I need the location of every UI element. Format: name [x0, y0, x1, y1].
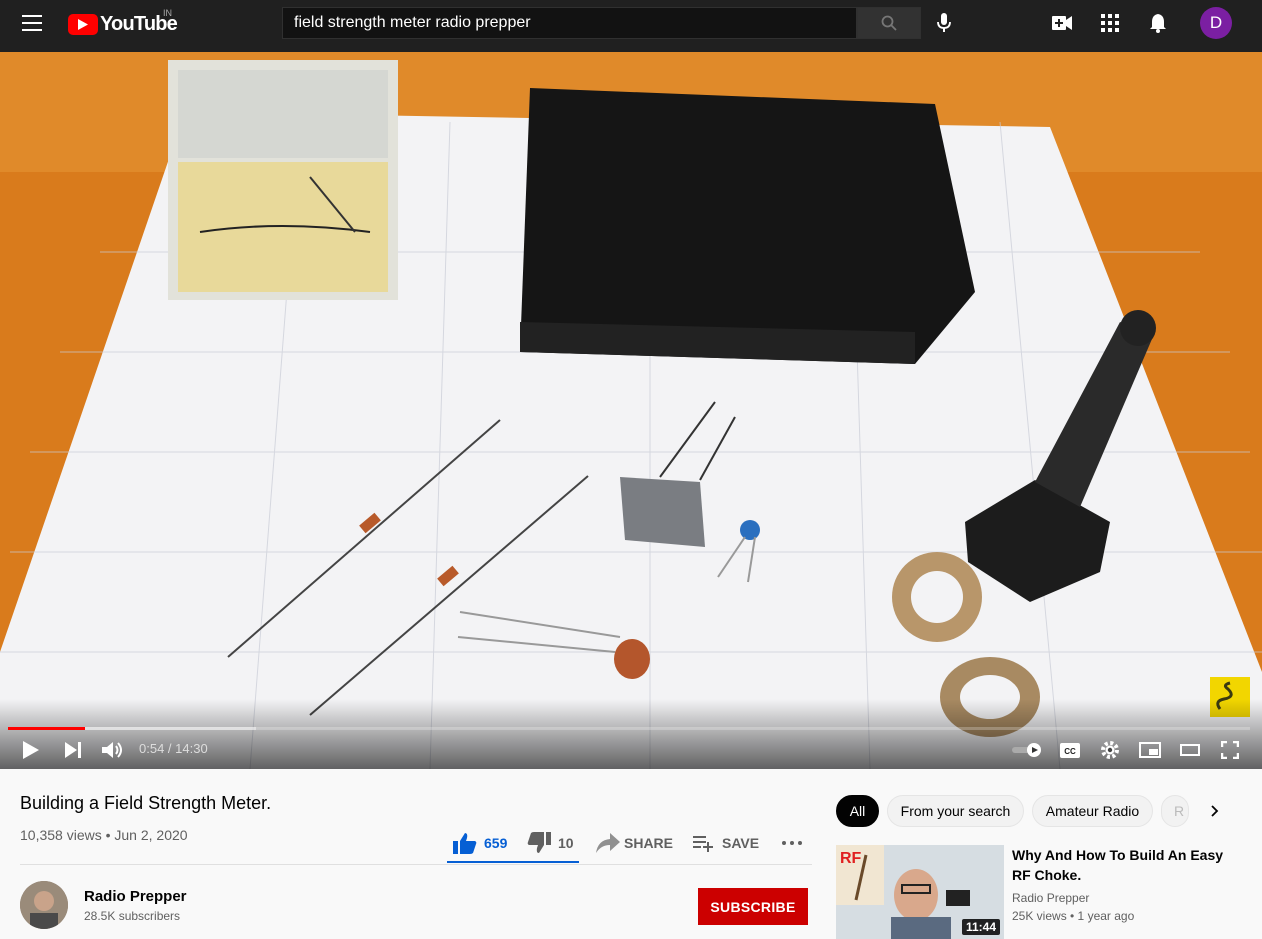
time-display: 0:54 / 14:30 — [139, 741, 208, 756]
like-button[interactable]: 659 — [453, 825, 507, 861]
search-icon — [881, 15, 897, 31]
chip-all[interactable]: All — [836, 795, 879, 827]
recommendation-channel[interactable]: Radio Prepper — [1012, 891, 1089, 905]
save-button[interactable]: SAVE — [693, 825, 759, 861]
thumbs-down-icon — [527, 832, 551, 853]
chip-from-your-search[interactable]: From your search — [887, 795, 1024, 827]
volume-icon — [102, 742, 122, 758]
volume-button[interactable] — [98, 737, 128, 763]
menu-icon[interactable] — [16, 11, 48, 35]
subscribe-button[interactable]: SUBSCRIBE — [698, 888, 808, 925]
thumbs-up-icon — [453, 833, 477, 854]
video-title: Building a Field Strength Meter. — [20, 793, 272, 813]
gear-icon — [1101, 741, 1119, 759]
share-button[interactable]: SHARE — [596, 825, 673, 861]
share-icon — [596, 833, 620, 853]
below-player: Building a Field Strength Meter. 10,358 … — [0, 769, 1262, 939]
video-player[interactable]: 0:54 / 14:30 CC — [0, 52, 1262, 769]
theater-mode-button[interactable] — [1175, 737, 1205, 763]
settings-button[interactable] — [1095, 737, 1125, 763]
masthead: YouTube IN D — [0, 0, 1262, 52]
chevron-right-icon — [1211, 805, 1219, 817]
more-actions-button[interactable] — [780, 825, 804, 861]
chip-partial[interactable]: R — [1161, 795, 1189, 827]
play-logo-icon — [68, 13, 98, 35]
views-and-date: 10,358 views • Jun 2, 2020 — [20, 827, 188, 843]
miniplayer-button[interactable] — [1135, 737, 1165, 763]
chips-next-button[interactable] — [1200, 795, 1230, 827]
fullscreen-icon — [1221, 741, 1239, 759]
thumb-rf-text: RF — [840, 850, 862, 867]
recommendation-title[interactable]: Why And How To Build An Easy RF Choke. — [1012, 845, 1242, 885]
create-video-icon[interactable] — [1050, 11, 1074, 35]
next-button[interactable] — [58, 737, 88, 763]
subscriber-count: 28.5K subscribers — [84, 909, 181, 923]
search-button[interactable] — [857, 7, 921, 39]
video-frame — [0, 52, 1262, 769]
search-input[interactable] — [282, 7, 857, 39]
captions-icon: CC — [1060, 742, 1080, 758]
progress-bar[interactable] — [8, 727, 1250, 730]
miniplayer-icon — [1139, 742, 1161, 758]
dislike-count: 10 — [558, 835, 574, 851]
account-avatar[interactable]: D — [1200, 7, 1232, 39]
played-fill — [8, 727, 85, 730]
apps-grid-icon[interactable] — [1098, 11, 1122, 35]
chip-amateur-radio[interactable]: Amateur Radio — [1032, 795, 1153, 827]
theater-icon — [1180, 744, 1200, 756]
youtube-logo[interactable]: YouTube IN — [68, 8, 178, 36]
autoplay-toggle[interactable] — [1010, 737, 1044, 763]
play-button[interactable] — [16, 737, 46, 763]
recommendation-meta: 25K views • 1 year ago — [1012, 909, 1135, 923]
channel-name[interactable]: Radio Prepper — [84, 888, 187, 905]
sentiment-bar — [447, 861, 579, 863]
recommendation-thumbnail[interactable]: RF 11:44 — [836, 845, 1004, 939]
captions-button[interactable]: CC — [1055, 737, 1085, 763]
save-label: SAVE — [722, 835, 760, 851]
playlist-add-icon — [693, 836, 713, 852]
country-code: IN — [163, 8, 172, 18]
play-icon — [23, 741, 39, 759]
fullscreen-button[interactable] — [1215, 737, 1245, 763]
svg-text:CC: CC — [1064, 747, 1076, 756]
like-count: 659 — [484, 835, 508, 851]
mic-icon[interactable] — [932, 11, 956, 35]
autoplay-icon — [1012, 743, 1041, 757]
more-horizontal-icon — [782, 841, 802, 845]
divider — [20, 864, 812, 865]
next-icon — [65, 742, 81, 758]
channel-avatar[interactable] — [20, 881, 68, 929]
notifications-bell-icon[interactable] — [1146, 11, 1170, 35]
dislike-button[interactable]: 10 — [527, 825, 574, 861]
video-duration: 11:44 — [961, 919, 1000, 935]
share-label: SHARE — [624, 835, 674, 851]
